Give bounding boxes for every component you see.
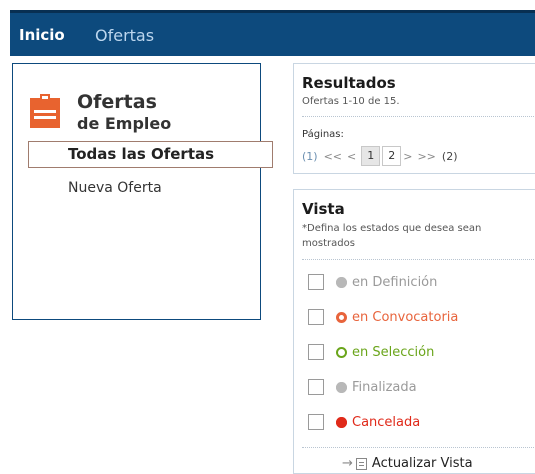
state-checkbox[interactable] [308, 309, 324, 325]
state-label: Cancelada [352, 414, 421, 430]
nav-inicio[interactable]: Inicio [19, 26, 65, 44]
status-dot-icon [336, 416, 347, 428]
state-finalizada: Finalizada [308, 377, 417, 397]
first-page-link[interactable]: << [324, 150, 342, 163]
results-panel: Resultados Ofertas 1-10 de 15. Páginas: … [293, 63, 535, 174]
state-label: en Definición [352, 274, 438, 290]
pages-label: Páginas: [302, 129, 344, 140]
state-checkbox[interactable] [308, 344, 324, 360]
state-checkbox[interactable] [308, 274, 324, 290]
next-page-link[interactable]: > [403, 150, 412, 163]
state-checkbox[interactable] [308, 379, 324, 395]
divider [302, 259, 535, 260]
divider [302, 447, 535, 448]
state-label: en Selección [352, 344, 435, 360]
results-title: Resultados [302, 74, 396, 92]
divider [302, 116, 535, 117]
list-icon [355, 457, 367, 470]
state-label: Finalizada [352, 379, 417, 395]
pagination: (1) << < 1 2 > >> (2) [302, 146, 458, 166]
current-page-indicator: (1) [302, 149, 318, 163]
page-2-button[interactable]: 2 [382, 146, 402, 166]
top-nav-bar: Inicio Ofertas [10, 10, 535, 56]
state-en-definicion: en Definición [308, 272, 437, 292]
state-label: en Convocatoria [352, 309, 459, 325]
status-dot-icon [336, 381, 347, 393]
brand-title: Ofertas [77, 91, 157, 113]
status-dot-icon [336, 276, 347, 288]
page-1-button[interactable]: 1 [361, 146, 381, 166]
status-dot-icon [336, 346, 347, 358]
sidebar-item-nueva-oferta[interactable]: Nueva Oferta [68, 180, 162, 196]
vista-panel: Vista *Defina los estados que desea sean… [293, 189, 535, 474]
sidebar-item-todas-las-ofertas[interactable]: Todas las Ofertas [28, 141, 273, 168]
briefcase-icon [30, 94, 60, 128]
prev-page-link[interactable]: < [347, 150, 356, 163]
status-dot-icon [336, 311, 347, 323]
results-summary: Ofertas 1-10 de 15. [302, 96, 400, 107]
last-page-link[interactable]: >> [417, 150, 435, 163]
state-en-convocatoria: en Convocatoria [308, 307, 458, 327]
sidebar-panel: Ofertas de Empleo Todas las Ofertas Nuev… [12, 63, 273, 320]
vista-description: *Defina los estados que desea sean mostr… [302, 223, 482, 249]
vista-title: Vista [302, 200, 345, 218]
state-en-seleccion: en Selección [308, 342, 434, 362]
nav-ofertas[interactable]: Ofertas [95, 26, 154, 45]
total-pages: (2) [441, 149, 458, 163]
state-checkbox[interactable] [308, 414, 324, 430]
sidebar-item-label: Todas las Ofertas [68, 145, 215, 163]
state-cancelada: Cancelada [308, 412, 420, 432]
brand-subtitle: de Empleo [77, 114, 172, 133]
